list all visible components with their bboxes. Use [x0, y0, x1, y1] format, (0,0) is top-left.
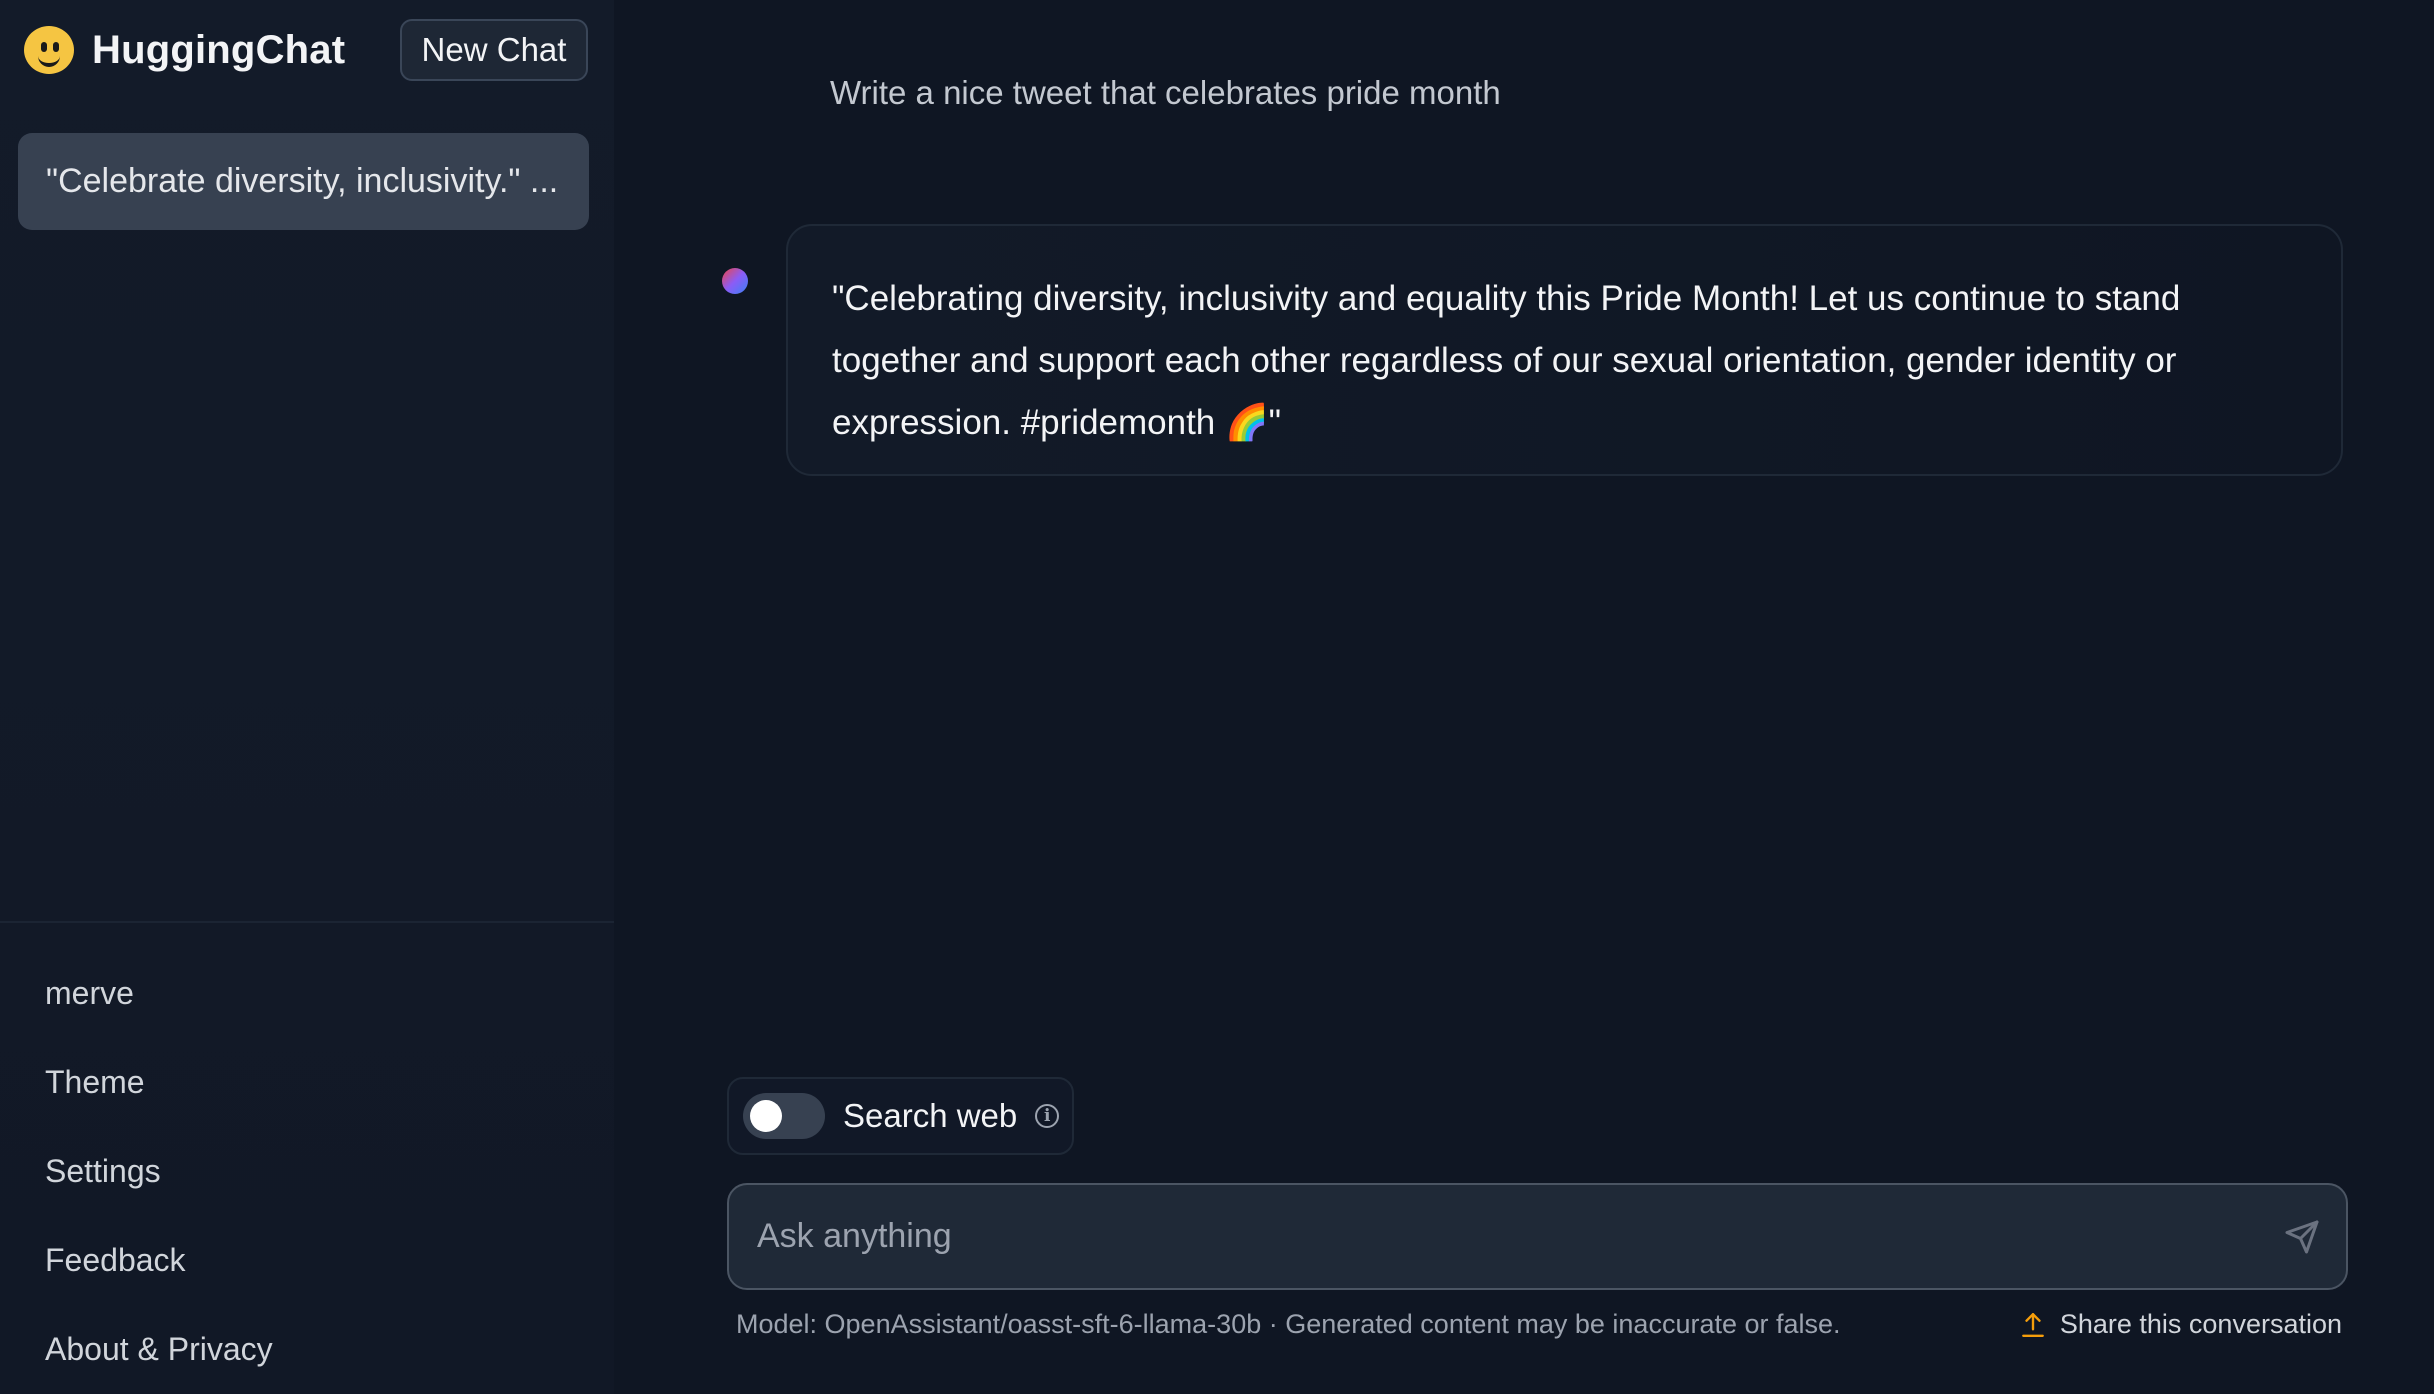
- conversation-item[interactable]: "Celebrate diversity, inclusivity." ...: [18, 133, 589, 230]
- toggle-switch[interactable]: [743, 1093, 825, 1139]
- assistant-message: "Celebrating diversity, inclusivity and …: [832, 279, 2181, 442]
- share-label: Share this conversation: [2059, 1309, 2342, 1339]
- app-title: HuggingChat: [92, 27, 346, 72]
- nav-theme[interactable]: Theme: [45, 1064, 145, 1101]
- assistant-message-bubble: "Celebrating diversity, inclusivity and …: [786, 224, 2343, 476]
- new-chat-button[interactable]: New Chat: [400, 19, 588, 81]
- share-conversation-button[interactable]: Share this conversation: [2020, 1309, 2342, 1340]
- hugging-face-logo-icon: [24, 26, 74, 74]
- model-disclaimer: Model: OpenAssistant/oasst-sft-6-llama-3…: [736, 1309, 1841, 1339]
- chat-input[interactable]: [755, 1216, 2284, 1257]
- nav-feedback[interactable]: Feedback: [45, 1242, 186, 1279]
- sidebar: HuggingChat New Chat "Celebrate diversit…: [0, 0, 614, 1394]
- nav-settings[interactable]: Settings: [45, 1153, 161, 1190]
- assistant-avatar-icon: [722, 268, 748, 294]
- footer: Model: OpenAssistant/oasst-sft-6-llama-3…: [736, 1309, 2342, 1340]
- toggle-knob: [750, 1100, 782, 1132]
- user-message: Write a nice tweet that celebrates pride…: [830, 74, 1501, 111]
- nav-user[interactable]: merve: [45, 975, 134, 1012]
- search-web-label: Search web: [843, 1097, 1018, 1134]
- sidebar-divider: [0, 921, 614, 923]
- search-web-toggle[interactable]: Search web i: [727, 1077, 1074, 1155]
- brand[interactable]: HuggingChat: [24, 22, 345, 78]
- upload-arrow-icon: [2021, 1312, 2044, 1337]
- paper-plane-icon[interactable]: [2284, 1219, 2320, 1255]
- nav-about-privacy[interactable]: About & Privacy: [45, 1331, 273, 1368]
- chat-input-box[interactable]: [727, 1183, 2348, 1290]
- info-icon[interactable]: i: [1035, 1104, 1060, 1128]
